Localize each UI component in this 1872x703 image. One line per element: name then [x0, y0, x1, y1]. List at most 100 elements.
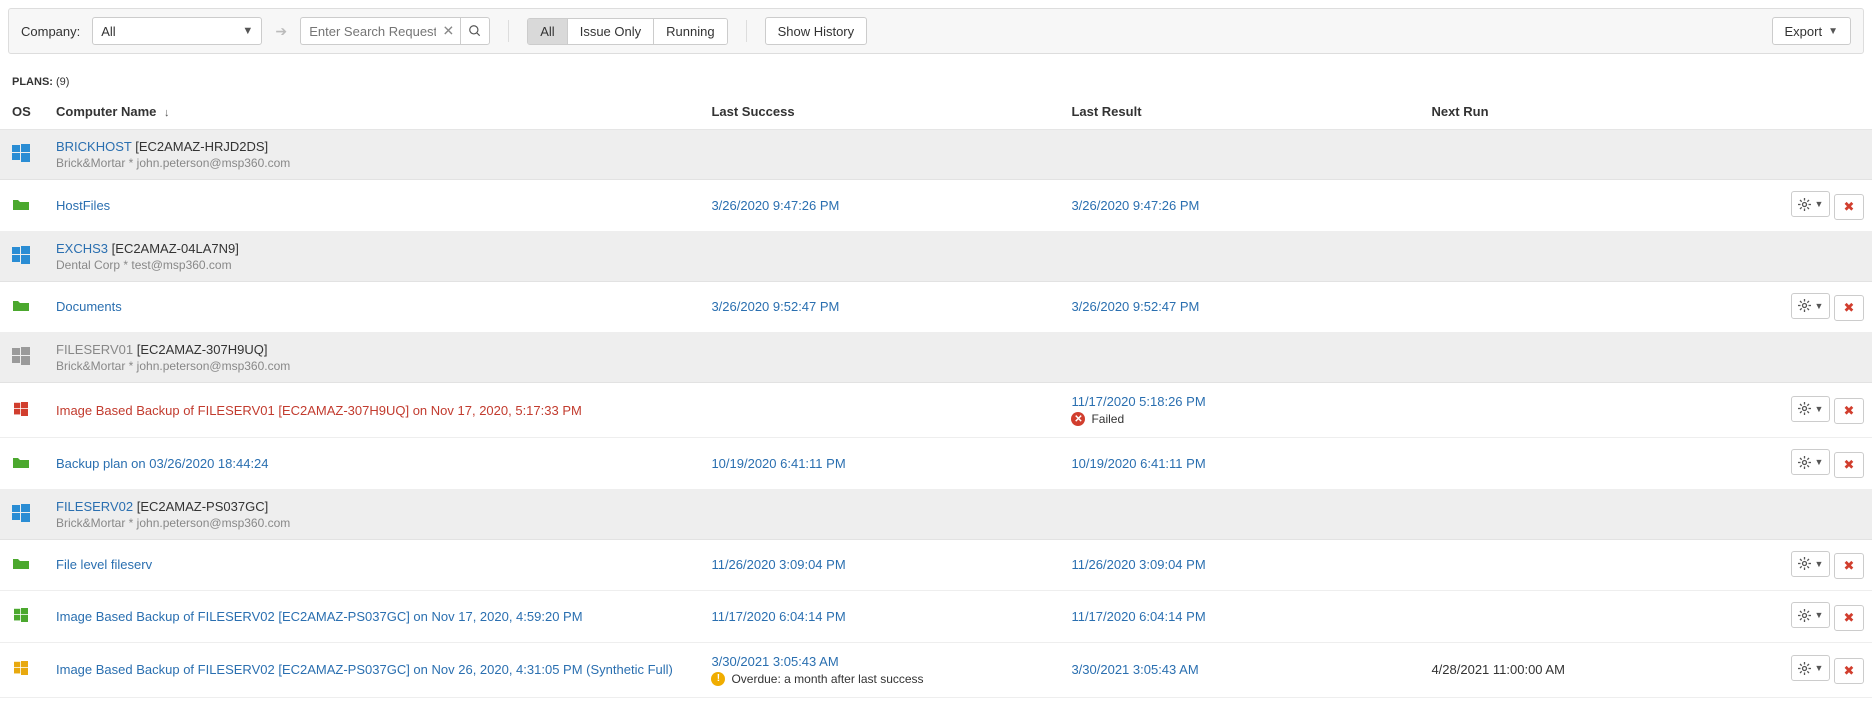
windows-icon — [12, 504, 30, 522]
plan-settings-button[interactable]: ▼ — [1791, 191, 1830, 217]
col-next-run[interactable]: Next Run — [1419, 94, 1779, 130]
computer-group-row: FILESERV01 [EC2AMAZ-307H9UQ] Brick&Morta… — [0, 333, 1872, 383]
plan-settings-button[interactable]: ▼ — [1791, 655, 1830, 681]
last-success-cell: 11/17/2020 6:04:14 PM — [699, 591, 1059, 643]
col-actions — [1779, 94, 1872, 130]
plan-delete-button[interactable]: ✖ — [1834, 398, 1864, 424]
last-result-cell: 11/26/2020 3:09:04 PM — [1059, 539, 1419, 591]
chevron-down-icon: ▼ — [1814, 663, 1823, 673]
computer-group-row: BRICKHOST [EC2AMAZ-HRJD2DS] Brick&Mortar… — [0, 130, 1872, 180]
plan-delete-button[interactable]: ✖ — [1834, 194, 1864, 220]
plan-delete-button[interactable]: ✖ — [1834, 452, 1864, 478]
chevron-down-icon: ▼ — [242, 25, 253, 37]
plan-settings-button[interactable]: ▼ — [1791, 449, 1830, 475]
computer-subinfo: Brick&Mortar * john.peterson@msp360.com — [56, 359, 1860, 373]
plan-delete-button[interactable]: ✖ — [1834, 658, 1864, 684]
last-success-cell: 11/26/2020 3:09:04 PM — [699, 539, 1059, 591]
next-run-cell — [1419, 383, 1779, 438]
plan-row: Image Based Backup of FILESERV02 [EC2AMA… — [0, 591, 1872, 643]
filter-issue-only[interactable]: Issue Only — [568, 19, 654, 44]
chevron-down-icon: ▼ — [1814, 457, 1823, 467]
plan-name-link[interactable]: Documents — [56, 299, 122, 314]
search-input[interactable] — [300, 17, 460, 45]
arrow-right-icon: ➔ — [270, 17, 292, 45]
last-result-cell: 10/19/2020 6:41:11 PM — [1059, 438, 1419, 490]
next-run-cell — [1419, 180, 1779, 232]
plan-delete-button[interactable]: ✖ — [1834, 295, 1864, 321]
company-value: All — [101, 24, 115, 39]
filter-running[interactable]: Running — [654, 19, 726, 44]
table-header-row: OS Computer Name ↓ Last Success Last Res… — [0, 94, 1872, 130]
col-name[interactable]: Computer Name ↓ — [44, 94, 699, 130]
computer-host: [EC2AMAZ-PS037GC] — [137, 499, 269, 514]
last-success-cell: 3/26/2020 9:52:47 PM — [699, 281, 1059, 333]
plan-type-icon — [12, 402, 30, 416]
computer-subinfo: Brick&Mortar * john.peterson@msp360.com — [56, 516, 1860, 530]
plan-row: Backup plan on 03/26/2020 18:44:24 10/19… — [0, 438, 1872, 490]
next-run-cell — [1419, 539, 1779, 591]
plan-type-icon — [12, 608, 30, 622]
last-success-cell: 3/26/2020 9:47:26 PM — [699, 180, 1059, 232]
computer-name-link[interactable]: FILESERV02 — [56, 499, 133, 514]
company-select[interactable]: All ▼ — [92, 17, 262, 45]
plan-settings-button[interactable]: ▼ — [1791, 602, 1830, 628]
plan-name-link[interactable]: Image Based Backup of FILESERV02 [EC2AMA… — [56, 609, 583, 624]
chevron-down-icon: ▼ — [1814, 404, 1823, 414]
computer-subinfo: Brick&Mortar * john.peterson@msp360.com — [56, 156, 1860, 170]
plan-settings-button[interactable]: ▼ — [1791, 396, 1830, 422]
last-result-cell: 3/30/2021 3:05:43 AM — [1059, 642, 1419, 697]
plan-row: Image Based Backup of FILESERV01 [EC2AMA… — [0, 383, 1872, 438]
computer-name-link[interactable]: BRICKHOST — [56, 139, 132, 154]
clear-search-icon[interactable]: ✕ — [443, 23, 455, 40]
plan-delete-button[interactable]: ✖ — [1834, 605, 1864, 631]
next-run-cell: 4/28/2021 11:00:00 AM — [1419, 642, 1779, 697]
export-button[interactable]: Export ▼ — [1772, 17, 1851, 45]
plan-name-link[interactable]: HostFiles — [56, 198, 110, 213]
plan-type-icon — [12, 455, 30, 469]
last-result-cell: 3/26/2020 9:47:26 PM — [1059, 180, 1419, 232]
windows-icon — [12, 246, 30, 264]
last-result-cell: 3/26/2020 9:52:47 PM — [1059, 281, 1419, 333]
chevron-down-icon: ▼ — [1814, 559, 1823, 569]
plan-name-link[interactable]: Backup plan on 03/26/2020 18:44:24 — [56, 456, 269, 471]
plans-table: OS Computer Name ↓ Last Success Last Res… — [0, 94, 1872, 698]
computer-group-row: FILESERV02 [EC2AMAZ-PS037GC] Brick&Morta… — [0, 489, 1872, 539]
computer-host: [EC2AMAZ-307H9UQ] — [137, 342, 268, 357]
plan-name-link[interactable]: Image Based Backup of FILESERV01 [EC2AMA… — [56, 403, 582, 418]
plan-delete-button[interactable]: ✖ — [1834, 553, 1864, 579]
plan-settings-button[interactable]: ▼ — [1791, 551, 1830, 577]
computer-group-row: EXCHS3 [EC2AMAZ-04LA7N9] Dental Corp * t… — [0, 231, 1872, 281]
last-success-cell: 10/19/2020 6:41:11 PM — [699, 438, 1059, 490]
filter-group: All Issue Only Running — [527, 18, 727, 45]
warning-icon: ! — [711, 672, 725, 686]
windows-icon — [12, 347, 30, 365]
col-last-success[interactable]: Last Success — [699, 94, 1059, 130]
col-last-result[interactable]: Last Result — [1059, 94, 1419, 130]
next-run-cell — [1419, 438, 1779, 490]
plan-type-icon — [12, 556, 30, 570]
plan-type-icon — [12, 197, 30, 211]
status-text: Overdue: a month after last success — [731, 672, 923, 686]
next-run-cell — [1419, 281, 1779, 333]
plan-name-link[interactable]: File level fileserv — [56, 557, 152, 572]
computer-name-link[interactable]: EXCHS3 — [56, 241, 108, 256]
company-label: Company: — [21, 24, 80, 39]
plans-header: PLANS: (9) — [0, 62, 1872, 94]
search-icon — [468, 24, 482, 38]
plan-row: HostFiles 3/26/2020 9:47:26 PM 3/26/2020… — [0, 180, 1872, 232]
chevron-down-icon: ▼ — [1814, 301, 1823, 311]
plan-name-link[interactable]: Image Based Backup of FILESERV02 [EC2AMA… — [56, 662, 673, 677]
computer-host: [EC2AMAZ-HRJD2DS] — [135, 139, 268, 154]
col-os[interactable]: OS — [0, 94, 44, 130]
search-button[interactable] — [460, 17, 490, 45]
last-success-cell — [699, 383, 1059, 438]
plan-settings-button[interactable]: ▼ — [1791, 293, 1830, 319]
computer-host: [EC2AMAZ-04LA7N9] — [112, 241, 239, 256]
computer-name-link[interactable]: FILESERV01 — [56, 342, 133, 357]
next-run-cell — [1419, 591, 1779, 643]
last-result-cell: 11/17/2020 5:18:26 PM✕Failed — [1059, 383, 1419, 438]
filter-all[interactable]: All — [528, 19, 567, 44]
plan-type-icon — [12, 298, 30, 312]
show-history-button[interactable]: Show History — [765, 17, 868, 45]
error-icon: ✕ — [1071, 412, 1085, 426]
